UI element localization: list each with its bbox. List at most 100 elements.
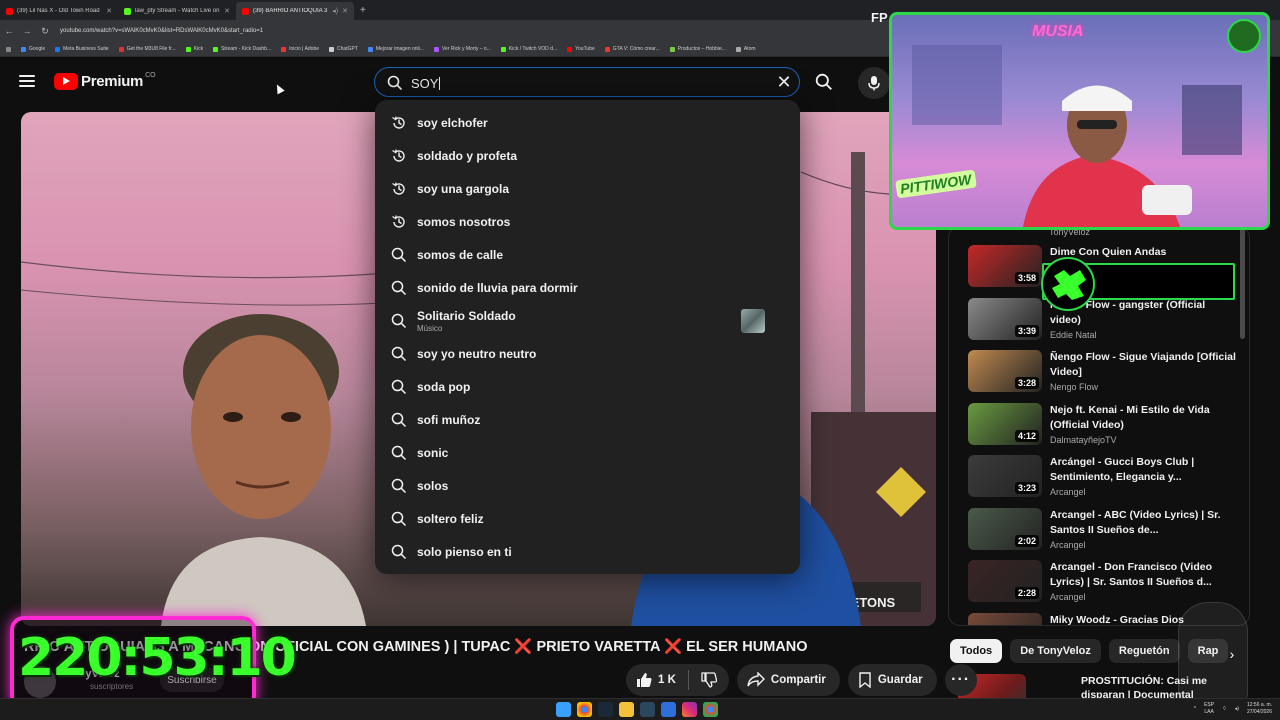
- history-icon: [391, 148, 407, 164]
- url-field[interactable]: youtube.com/watch?v=sWAlK0cMvK0&list=RDs…: [60, 28, 263, 34]
- filter-chip[interactable]: De TonyVeloz: [1010, 639, 1101, 663]
- chrome-icon[interactable]: [703, 702, 718, 717]
- suggestion-item[interactable]: somos nosotros: [375, 205, 800, 238]
- suggestion-item[interactable]: soy elchofer: [375, 106, 800, 139]
- clear-search-button[interactable]: ✕: [773, 71, 795, 93]
- suggestion-text: sonido de lluvia para dormir: [417, 280, 578, 295]
- filter-chip[interactable]: Reguetón: [1108, 639, 1180, 663]
- close-tab-icon[interactable]: ✕: [106, 7, 112, 15]
- related-video-item[interactable]: 3:23 Arcángel - Gucci Boys Club | Sentimi…: [968, 455, 1238, 503]
- bookmark-item[interactable]: Meta Business Suite: [55, 46, 109, 52]
- related-video-item[interactable]: 2:02 Arcangel - ABC (Video Lyrics) | Sr. …: [968, 507, 1238, 556]
- suggestion-item[interactable]: Solitario Soldado Músico: [375, 304, 800, 337]
- dislike-button[interactable]: [689, 672, 729, 688]
- suggestion-item[interactable]: sofi muñoz: [375, 403, 800, 436]
- search-input[interactable]: SOY: [411, 76, 441, 91]
- app-icon[interactable]: [661, 702, 676, 717]
- browser-tab[interactable]: law_pty Stream - Watch Live on ✕: [118, 2, 236, 20]
- forward-icon[interactable]: →: [18, 26, 36, 36]
- search-icon: [391, 313, 407, 329]
- reload-icon[interactable]: ↻: [36, 26, 54, 37]
- apps-icon[interactable]: [6, 46, 11, 52]
- new-tab-icon[interactable]: +: [360, 5, 366, 16]
- voice-search-button[interactable]: [858, 67, 890, 99]
- more-actions-button[interactable]: ···: [944, 664, 977, 696]
- bookmark-item[interactable]: Stream - Kick Dashb...: [213, 46, 271, 52]
- menu-icon[interactable]: [19, 75, 35, 87]
- video-channel: DalmatayñejoTV: [1050, 434, 1117, 445]
- close-tab-icon[interactable]: ✕: [224, 7, 230, 15]
- tray-chevron-icon[interactable]: ^: [1194, 706, 1196, 712]
- suggestion-item[interactable]: soy yo neutro neutro: [375, 337, 800, 370]
- chrome-icon[interactable]: [577, 702, 592, 717]
- suggestion-item[interactable]: sonido de lluvia para dormir: [375, 271, 800, 304]
- search-button[interactable]: [806, 67, 842, 97]
- suggestion-item[interactable]: soy una gargola: [375, 172, 800, 205]
- search-input-text: SOY: [411, 76, 439, 91]
- windows-taskbar: ^ ESP LAA ⌔ ◂) 12:56 a. m. 27/04/2026: [0, 698, 1280, 720]
- like-dislike-group: 1 K: [626, 664, 729, 696]
- language-indicator[interactable]: ESP LAA: [1204, 702, 1214, 716]
- bookmark-item[interactable]: Google: [21, 46, 45, 52]
- language-code: ESP: [1204, 702, 1215, 708]
- bookmark-label: GTA V: Cómo crear...: [612, 46, 660, 52]
- bookmark-item[interactable]: Ver Rick y Morty – o...: [433, 46, 491, 52]
- bookmark-item[interactable]: Inicio | Adobe: [281, 46, 319, 52]
- browser-tab[interactable]: (39) Lil Nas X - Old Town Road ✕: [0, 2, 118, 20]
- back-icon[interactable]: ←: [0, 26, 18, 36]
- browser-tab-active[interactable]: (39) BARRIO ANTIOQUIA 3 ◂) ✕: [236, 2, 354, 20]
- filter-chip[interactable]: Todos: [950, 639, 1003, 663]
- puzzle-badge-icon: [1041, 257, 1095, 311]
- bookmark-item[interactable]: Mejorar imagen onli...: [367, 46, 424, 52]
- windows-start-icon[interactable]: [556, 702, 571, 717]
- steam-icon[interactable]: [640, 702, 655, 717]
- suggestion-item[interactable]: solo pienso en ti: [375, 535, 800, 568]
- share-button[interactable]: Compartir: [736, 664, 840, 696]
- bookmark-item[interactable]: Kick / Twitch VOD d...: [500, 46, 557, 52]
- clock-time: 12:56 a. m.: [1246, 702, 1272, 708]
- video-thumbnail: 3:28: [968, 350, 1042, 392]
- bookmark-item[interactable]: YouTube: [567, 46, 595, 52]
- instagram-icon[interactable]: [682, 702, 697, 717]
- steam-icon[interactable]: [598, 702, 613, 717]
- video-duration: 3:28: [1014, 377, 1039, 389]
- suggestion-item[interactable]: soltero feliz: [375, 502, 800, 535]
- bookmark-label: Google: [29, 46, 46, 52]
- related-video-item[interactable]: 4:12 Nejo ft. Kenai - Mi Estilo de Vida (…: [968, 402, 1238, 451]
- clock[interactable]: 12:56 a. m. 27/04/2026: [1247, 702, 1272, 716]
- file-explorer-icon[interactable]: [619, 702, 634, 717]
- suggestion-item[interactable]: solos: [375, 469, 800, 502]
- bookmark-item[interactable]: GTA V: Cómo crear...: [604, 46, 660, 52]
- volume-icon[interactable]: ◂): [1235, 706, 1239, 712]
- bookmark-item[interactable]: Get the M3U8 File fr...: [118, 46, 176, 52]
- bookmark-item[interactable]: Productos – Hobbie...: [669, 46, 726, 52]
- bookmark-favicon-icon: [604, 46, 610, 52]
- keyboard-layout: LAA: [1204, 709, 1214, 715]
- thumbs-up-icon: [637, 673, 652, 687]
- bookmark-label: Meta Business Suite: [63, 46, 109, 52]
- save-button[interactable]: Guardar: [847, 664, 937, 696]
- wifi-icon[interactable]: ⌔: [1222, 706, 1227, 712]
- youtube-premium-logo[interactable]: Premium CO: [54, 72, 156, 90]
- suggestion-text: somos de calle: [417, 247, 504, 262]
- suggestion-item[interactable]: somos de calle: [375, 238, 800, 271]
- suggestion-item[interactable]: soldado y profeta: [375, 139, 800, 172]
- audio-icon[interactable]: ◂): [332, 7, 338, 15]
- bookmark-item[interactable]: ChatGPT: [329, 46, 358, 52]
- like-button[interactable]: 1 K: [636, 670, 689, 690]
- close-tab-icon[interactable]: ✕: [342, 7, 348, 15]
- country-code: CO: [145, 72, 156, 79]
- related-video-item[interactable]: 3:39 Ñengo Flow - gangster (Official vide…: [968, 297, 1238, 346]
- bookmark-item[interactable]: Kick: [185, 46, 203, 52]
- bookmark-item[interactable]: Atom: [735, 46, 756, 52]
- sidebar-scrollbar[interactable]: [1240, 227, 1245, 339]
- related-video-item[interactable]: 2:28 Arcangel - Don Francisco (Video Lyri…: [968, 560, 1238, 608]
- search-icon: [391, 346, 407, 362]
- like-count: 1 K: [658, 674, 676, 686]
- suggestion-thumbnail: [741, 309, 765, 333]
- cross-mark-icon: ❌: [514, 639, 533, 655]
- search-box[interactable]: SOY ✕: [374, 67, 800, 97]
- suggestion-item[interactable]: sonic: [375, 436, 800, 469]
- related-video-item[interactable]: 3:28 Ñengo Flow - Sigue Viajando [Officia…: [968, 350, 1238, 398]
- suggestion-item[interactable]: soda pop: [375, 370, 800, 403]
